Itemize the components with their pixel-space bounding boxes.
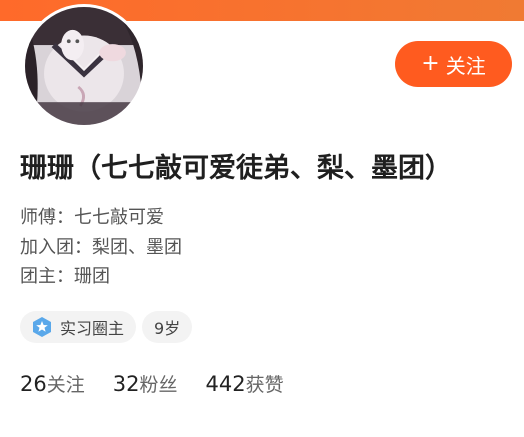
profile-name: 珊珊（七七敲可爱徒弟、梨、墨团） (20, 153, 452, 184)
joined-groups-info: 加入团：梨团、墨团 (20, 237, 182, 258)
master-info: 师傅：七七敲可爱 (20, 207, 164, 228)
followers-label: 粉丝 (139, 374, 178, 396)
following-stat[interactable]: 26 关注 (20, 370, 85, 397)
intern-circle-owner-tag[interactable]: 实习圈主 (20, 311, 137, 343)
following-count: 26 (20, 372, 47, 396)
avatar-photo (25, 7, 143, 125)
profile-tags: 实习圈主 9岁 (20, 311, 193, 343)
following-label: 关注 (46, 374, 85, 396)
intern-circle-badge-icon (32, 316, 52, 338)
avatar[interactable] (22, 4, 146, 128)
followers-count: 32 (112, 372, 140, 396)
likes-count: 442 (205, 372, 246, 396)
profile-stats: 26 关注 32 粉丝 442 获赞 (20, 370, 284, 397)
intern-circle-owner-label: 实习圈主 (60, 319, 125, 338)
age-label: 9岁 (154, 319, 181, 338)
likes-stat[interactable]: 442 获赞 (206, 370, 284, 397)
likes-label: 获赞 (245, 374, 284, 396)
followers-stat[interactable]: 32 粉丝 (113, 370, 178, 397)
plus-icon: + (421, 51, 440, 76)
age-tag: 9岁 (142, 311, 193, 343)
group-leader-info: 团主：珊团 (20, 266, 110, 287)
follow-button-label: 关注 (445, 53, 486, 78)
follow-button[interactable]: + 关注 (395, 41, 512, 87)
